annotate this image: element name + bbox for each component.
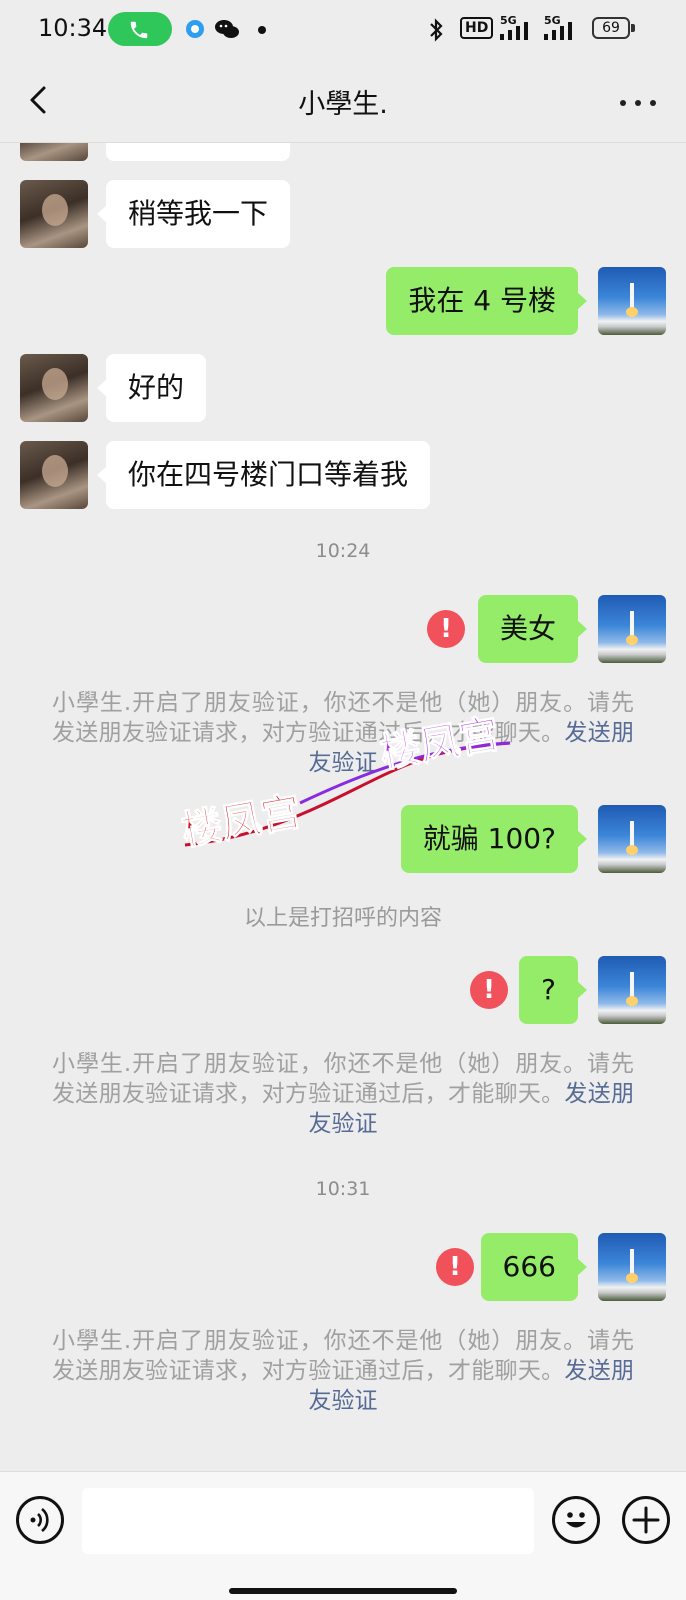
- more-options-icon[interactable]: [616, 92, 660, 112]
- wechat-icon: [215, 20, 239, 38]
- signal-icon: [500, 22, 528, 40]
- phone-icon: [130, 21, 148, 39]
- my-avatar[interactable]: [598, 595, 666, 663]
- message-bubble-incoming[interactable]: 稍等我一下: [96, 180, 291, 248]
- emoji-button[interactable]: [552, 1496, 600, 1544]
- message-bubble-incoming[interactable]: 好的: [96, 354, 207, 422]
- contact-avatar[interactable]: [20, 441, 88, 509]
- message-bubble-outgoing[interactable]: 我在 4 号楼: [386, 267, 587, 335]
- battery-tip: [631, 24, 635, 32]
- chat-title: 小學生.: [298, 89, 388, 120]
- message-bubble-outgoing[interactable]: 美女: [477, 595, 588, 663]
- send-failed-icon[interactable]: !: [470, 971, 508, 1009]
- voice-icon: [30, 1507, 49, 1533]
- watermark-text-purple: 楼凤宫: [377, 711, 503, 777]
- home-indicator[interactable]: [229, 1588, 457, 1594]
- send-failed-icon[interactable]: !: [427, 610, 465, 648]
- my-avatar[interactable]: [598, 267, 666, 335]
- watermark-text-red: 楼凤宫: [180, 789, 305, 855]
- send-failed-icon[interactable]: !: [436, 1248, 474, 1286]
- contact-avatar[interactable]: [20, 143, 88, 161]
- friend-verification-notice: 小學生.开启了朋友验证，你还不是他（她）朋友。请先发送朋友验证请求，对方验证通过…: [52, 1049, 634, 1139]
- status-bar: 10:34 HD 5G 5G 69: [0, 0, 686, 62]
- browser-app-icon: [186, 20, 204, 38]
- contact-avatar[interactable]: [20, 180, 88, 248]
- message-bubble-outgoing[interactable]: 666: [480, 1233, 588, 1301]
- contact-avatar[interactable]: [20, 354, 88, 422]
- my-avatar[interactable]: [598, 956, 666, 1024]
- my-avatar[interactable]: [598, 805, 666, 873]
- battery-indicator: 69: [592, 17, 630, 39]
- notice-text: 小學生.开启了朋友验证，你还不是他（她）朋友。请先发送朋友验证请求，对方验证通过…: [52, 1328, 634, 1384]
- message-input[interactable]: [82, 1488, 534, 1554]
- notification-dot: [258, 26, 266, 34]
- bluetooth-icon: [430, 18, 443, 42]
- voice-input-button[interactable]: [16, 1496, 64, 1544]
- message-timestamp: 10:24: [315, 540, 371, 562]
- message-bubble-outgoing[interactable]: ?: [519, 956, 587, 1024]
- friend-verification-notice: 小學生.开启了朋友验证，你还不是他（她）朋友。请先发送朋友验证请求，对方验证通过…: [52, 1326, 634, 1416]
- my-avatar[interactable]: [598, 1233, 666, 1301]
- message-bubble-incoming[interactable]: 你在四号楼门口等着我: [96, 441, 431, 509]
- greeting-content-note: 以上是打招呼的内容: [243, 906, 442, 931]
- message-timestamp: 10:31: [315, 1178, 371, 1200]
- more-functions-button[interactable]: [622, 1496, 670, 1544]
- message-bubble-incoming[interactable]: [106, 143, 290, 161]
- emoji-icon: [566, 1512, 586, 1528]
- message-input-bar: [0, 1471, 686, 1600]
- notice-text: 小學生.开启了朋友验证，你还不是他（她）朋友。请先发送朋友验证请求，对方验证通过…: [52, 1051, 634, 1107]
- signal-icon: [544, 22, 572, 40]
- watermark-logo: 楼凤宫 楼凤宫: [180, 710, 511, 855]
- status-time: 10:34: [38, 14, 108, 42]
- chat-header: 小學生.: [0, 62, 686, 142]
- hd-voice-badge: HD: [460, 17, 494, 39]
- plus-icon: [632, 1506, 660, 1534]
- ongoing-call-indicator[interactable]: [108, 12, 172, 46]
